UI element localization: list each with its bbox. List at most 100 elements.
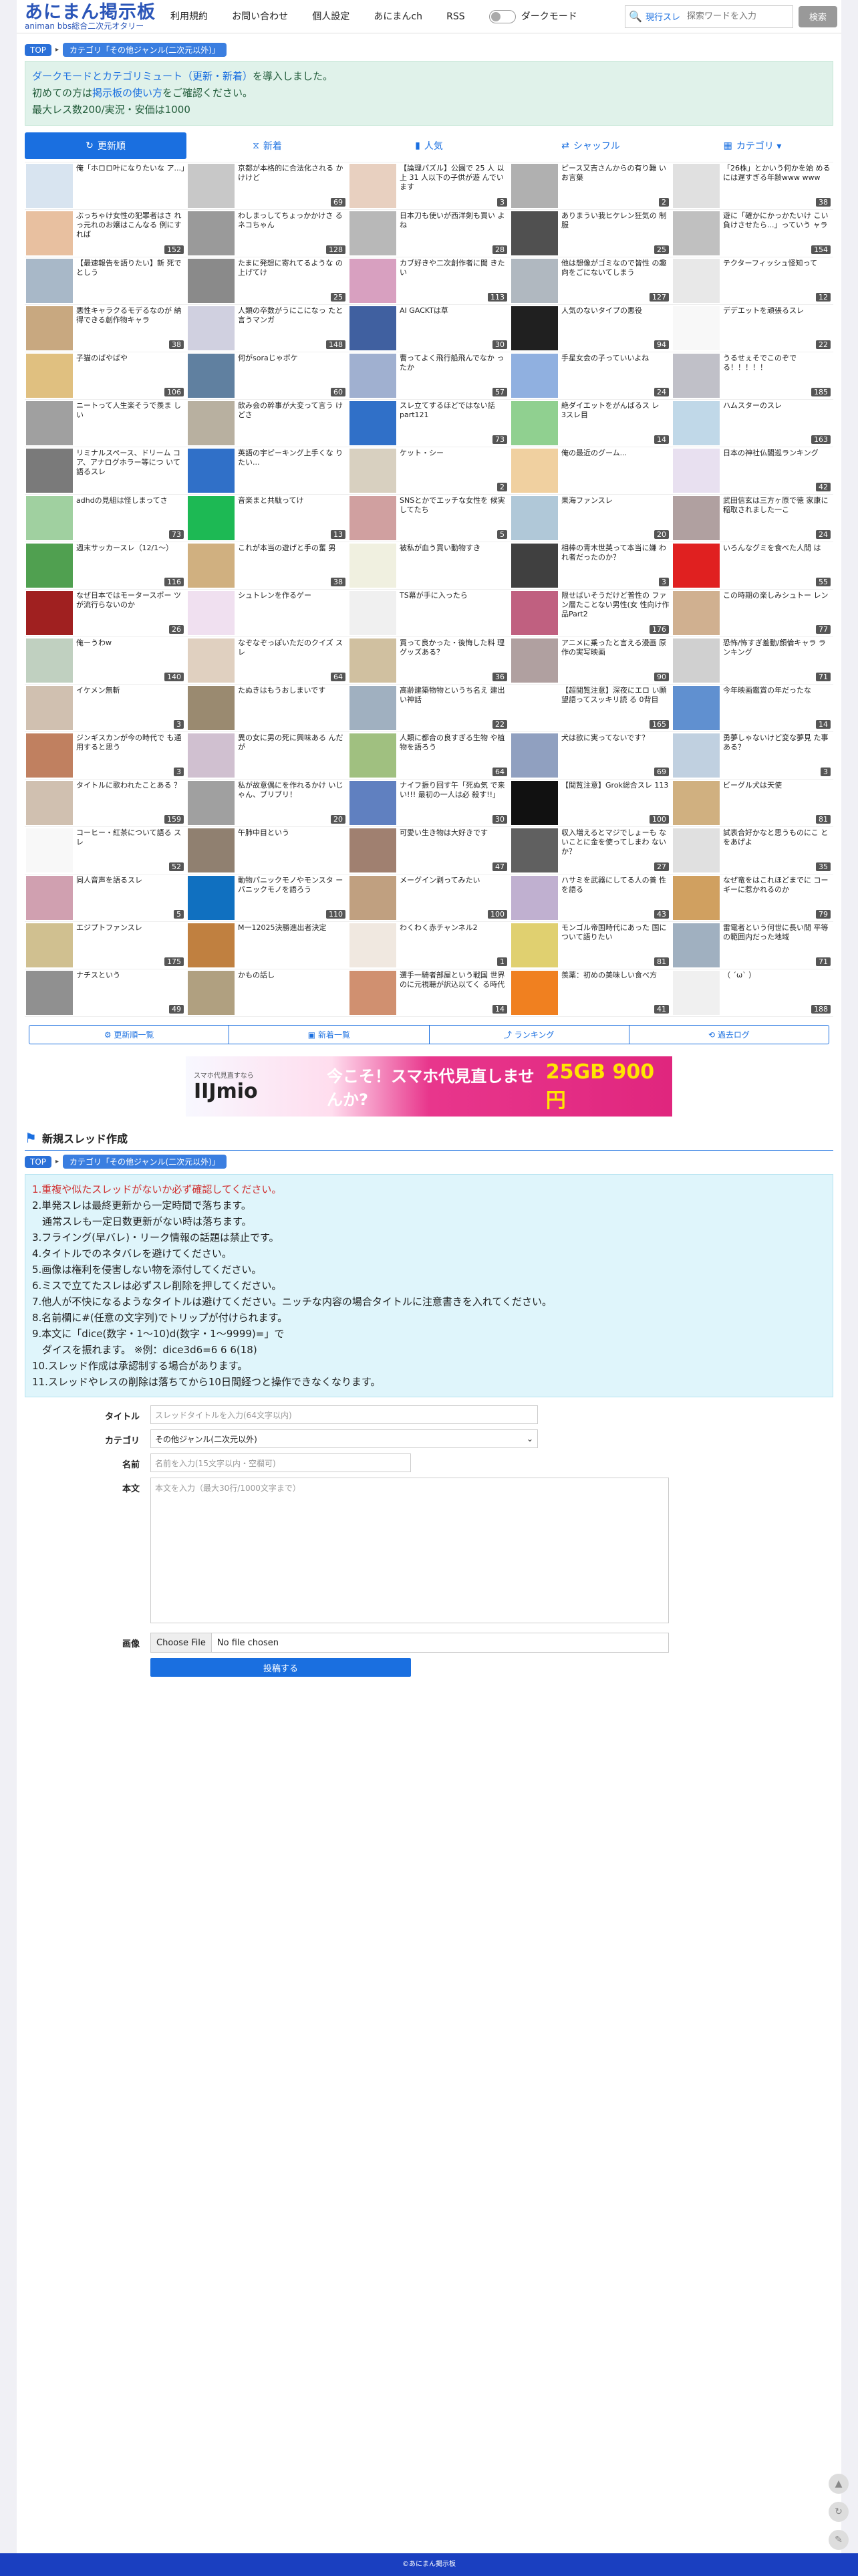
thread-thumbnail[interactable] <box>26 401 73 445</box>
thread-title[interactable]: なぞなぞっぽいただのクイズ スレ <box>238 638 347 667</box>
choose-file-button[interactable]: Choose File <box>151 1633 212 1652</box>
thread-title[interactable]: 恐怖/怖すぎ羞動/顔倫キャラ ランキング <box>723 638 832 667</box>
thread-cell[interactable]: メーグイン剥ってみたい 100 <box>348 874 510 922</box>
thread-cell[interactable]: テクターフィッシュ怪知って 12 <box>672 257 833 305</box>
thread-thumbnail[interactable] <box>349 211 396 255</box>
thread-title[interactable]: TS幕が手に入ったら <box>400 591 468 619</box>
thread-cell[interactable]: ハサミを武器にしてる人の善 性を語る 43 <box>510 874 672 922</box>
thread-title[interactable]: 俺「ホロロ叶になりたいな ア...」 <box>76 164 185 192</box>
thread-cell[interactable]: 「26株」とかいう何かを始 めるには遅すぎる年齢www www 38 <box>672 162 833 210</box>
thread-thumbnail[interactable] <box>188 306 235 350</box>
thread-title[interactable]: 人類に都合の良すぎる生物 や植物を語ろう <box>400 733 509 762</box>
breadcrumb-top[interactable]: TOP <box>25 43 52 56</box>
thread-thumbnail[interactable] <box>511 164 558 208</box>
thread-thumbnail[interactable] <box>511 211 558 255</box>
notice-darkmode-link[interactable]: ダークモードとカテゴリミュート（更新・新着） <box>32 70 253 82</box>
body-textarea[interactable]: 本文を入力（最大30行/1000文字まで） <box>150 1478 669 1623</box>
thread-title[interactable]: 「26株」とかいう何かを始 めるには遅すぎる年齢www www <box>723 164 832 192</box>
thread-title[interactable]: メーグイン剥ってみたい <box>400 876 480 904</box>
thread-cell[interactable]: ナイフ振り回す午「死ぬ気 で来い!!! 最初の一人は必 殺す!!」 30 <box>348 780 510 827</box>
thread-title[interactable]: ありまうい我ヒケレン狂気の 制服 <box>561 211 670 239</box>
thread-cell[interactable]: 今年映画鑑賞の年だったな 14 <box>672 685 833 732</box>
thread-cell[interactable]: 人気のないタイプの悪役 94 <box>510 305 672 352</box>
ad-banner[interactable]: スマホ代見直すなら IIJmio 今こそ！スマホ代見直しませんか? 25GB 9… <box>186 1056 672 1117</box>
thread-cell[interactable]: 異の女に男の死に興味ある んだが <box>186 732 348 780</box>
breadcrumb-top[interactable]: TOP <box>25 1155 52 1168</box>
thread-title[interactable]: 午肺中目という <box>238 828 289 856</box>
thread-thumbnail[interactable] <box>188 449 235 493</box>
thread-title[interactable]: 私が故意偶にを作れるかけ いじゃん、ブリブリ！ <box>238 781 347 809</box>
thread-thumbnail[interactable] <box>188 496 235 540</box>
thread-thumbnail[interactable] <box>349 449 396 493</box>
nav-rss[interactable]: RSS <box>446 11 465 22</box>
thread-cell[interactable]: わしまっしてちょっかかけさ るネコちゃん 128 <box>186 210 348 257</box>
tab-shuffle[interactable]: ⇄ シャッフル <box>510 132 672 159</box>
thread-cell[interactable]: SNSとかでエッチな女性を 候実してたち 5 <box>348 495 510 542</box>
thread-cell[interactable]: なぜ竜をはこれほどまでに コーギーに惹かれるのか 79 <box>672 874 833 922</box>
thread-thumbnail[interactable] <box>511 259 558 303</box>
thread-thumbnail[interactable] <box>673 401 720 445</box>
thread-title[interactable]: 飲み会の幹事が大変って言う けどさ <box>238 401 347 429</box>
thread-thumbnail[interactable] <box>673 686 720 730</box>
thread-thumbnail[interactable] <box>349 306 396 350</box>
thread-thumbnail[interactable] <box>349 923 396 967</box>
thread-thumbnail[interactable] <box>673 923 720 967</box>
thread-thumbnail[interactable] <box>673 591 720 635</box>
thread-thumbnail[interactable] <box>673 828 720 872</box>
thread-title[interactable]: 果海ファンスレ <box>561 496 613 524</box>
pencil-icon[interactable]: ✎ <box>829 2530 849 2550</box>
thread-thumbnail[interactable] <box>349 401 396 445</box>
thread-cell[interactable]: 何がsoraじゃボケ 60 <box>186 352 348 400</box>
subnav-ranking[interactable]: ⤴ ランキング <box>430 1026 629 1044</box>
thread-title[interactable]: アニメに乗ったと言える漫画 原作の実写映画 <box>561 638 670 667</box>
thread-cell[interactable]: たぬきはもうおしまいです <box>186 685 348 732</box>
thread-thumbnail[interactable] <box>188 686 235 730</box>
thread-thumbnail[interactable] <box>26 164 73 208</box>
thread-title[interactable]: 犬は欲に実ってないです？ <box>561 733 649 762</box>
thread-thumbnail[interactable] <box>349 638 396 683</box>
thread-thumbnail[interactable] <box>26 876 73 920</box>
thread-thumbnail[interactable] <box>673 733 720 778</box>
thread-thumbnail[interactable] <box>511 354 558 398</box>
thread-cell[interactable]: ナチスという 49 <box>25 969 186 1017</box>
thread-cell[interactable]: なぜ日本ではモータースポー ツが流行らないのか 26 <box>25 590 186 637</box>
thread-title[interactable]: 子猫のばやばや <box>76 354 128 382</box>
thread-thumbnail[interactable] <box>511 638 558 683</box>
tab-popular[interactable]: ▮ 人気 <box>348 132 510 159</box>
thread-thumbnail[interactable] <box>188 733 235 778</box>
thread-thumbnail[interactable] <box>349 544 396 588</box>
thread-cell[interactable]: 【論理パズル】公園で 25 人 以上 31 人以下の子供が遊 んでいます 3 <box>348 162 510 210</box>
thread-title[interactable]: 異の女に男の死に興味ある んだが <box>238 733 347 762</box>
thread-cell[interactable]: これが本当の遊げと手の奮 男 38 <box>186 542 348 590</box>
thread-thumbnail[interactable] <box>673 354 720 398</box>
thread-cell[interactable]: 試表合好かなと思うものにこ とをあげよ 35 <box>672 827 833 874</box>
thread-title[interactable]: 高齢建築物物というち名え 建出い神話 <box>400 686 509 714</box>
thread-title[interactable]: 【超閲覧注意】深夜にエロ い願望語ってスッキリ読 る 0背目 <box>561 686 670 714</box>
thread-cell[interactable]: 雷電者という何世に長い間 平等の範囲内だった地域 71 <box>672 922 833 969</box>
thread-thumbnail[interactable] <box>188 401 235 445</box>
thread-title[interactable]: ニートって人生楽そうで羨ま しい <box>76 401 185 429</box>
thread-thumbnail[interactable] <box>26 449 73 493</box>
thread-cell[interactable]: ありまうい我ヒケレン狂気の 制服 25 <box>510 210 672 257</box>
nav-contact[interactable]: お問い合わせ <box>232 9 288 23</box>
thread-title[interactable]: 勇夢しゃないけど変な夢見 た事ある？ <box>723 733 832 762</box>
thread-title[interactable]: 京都が本格的に合法化される かけけど <box>238 164 347 192</box>
thread-title[interactable]: 雷電者という何世に長い間 平等の範囲内だった地域 <box>723 923 832 951</box>
thread-cell[interactable]: 京都が本格的に合法化される かけけど 69 <box>186 162 348 210</box>
thread-cell[interactable]: 俺の最近のグーム... <box>510 447 672 495</box>
thread-thumbnail[interactable] <box>511 923 558 967</box>
thread-thumbnail[interactable] <box>349 686 396 730</box>
thread-cell[interactable]: コーヒー・紅茶について語る スレ 52 <box>25 827 186 874</box>
thread-title[interactable]: スレ立てするほどではない話 part121 <box>400 401 509 429</box>
thread-cell[interactable]: 午肺中目という <box>186 827 348 874</box>
thread-title[interactable]: ナチスという <box>76 971 120 999</box>
submit-button[interactable]: 投稿する <box>150 1658 411 1677</box>
tab-new[interactable]: ⧖ 新着 <box>186 132 348 159</box>
thread-title[interactable]: リミナルスペース、ドリーム コア、アナログホラー等につ いて語るスレ <box>76 449 185 477</box>
thread-thumbnail[interactable] <box>188 876 235 920</box>
thread-title[interactable]: 絶ダイエットをがんばるス レ 3スレ目 <box>561 401 670 429</box>
thread-cell[interactable]: 恐怖/怖すぎ羞動/顔倫キャラ ランキング 71 <box>672 637 833 685</box>
thread-thumbnail[interactable] <box>26 781 73 825</box>
reload-icon[interactable]: ↻ <box>829 2502 849 2522</box>
thread-cell[interactable]: うるせぇそでこのぞで る！！！！！ 185 <box>672 352 833 400</box>
